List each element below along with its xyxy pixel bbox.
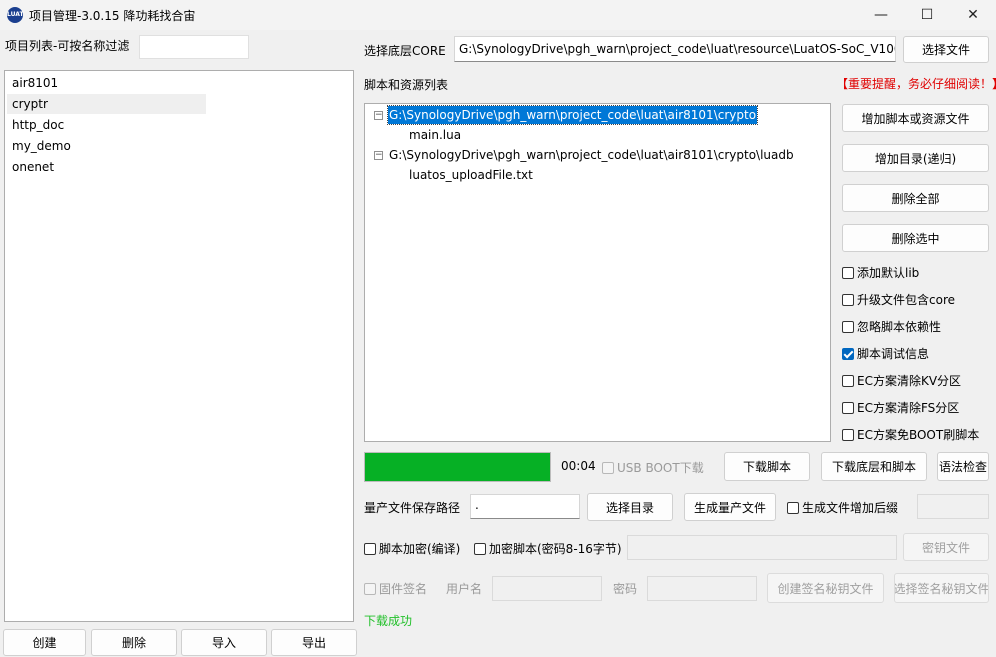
mass-path-input[interactable]: .	[470, 494, 580, 519]
option-no-boot[interactable]: EC方案免BOOT刷脚本	[842, 426, 979, 443]
option-label: 生成文件增加后缀	[802, 501, 899, 515]
option-label: EC方案免BOOT刷脚本	[857, 428, 980, 442]
checkbox-checked-icon[interactable]	[842, 347, 854, 360]
project-filter-input[interactable]	[139, 35, 249, 59]
elapsed-time: 00:04	[561, 459, 596, 473]
tree-collapse-icon[interactable]: −	[374, 151, 383, 160]
option-default-lib[interactable]: 添加默认lib	[842, 264, 919, 281]
sign-password-label: 密码	[613, 582, 638, 596]
password-encrypt-option[interactable]: 加密脚本(密码8-16字节)	[474, 540, 622, 557]
suffix-input	[917, 494, 989, 519]
script-list-label: 脚本和资源列表	[364, 78, 449, 92]
mass-path-label: 量产文件保存路径	[364, 501, 461, 515]
tree-file-node[interactable]: main.lua	[409, 126, 461, 144]
create-sign-key-button: 创建签名秘钥文件	[767, 573, 884, 603]
checkbox-icon[interactable]	[842, 293, 854, 306]
option-clear-fs[interactable]: EC方案清除FS分区	[842, 399, 959, 416]
tree-folder-node[interactable]: G:\SynologyDrive\pgh_warn\project_code\l…	[386, 105, 759, 125]
add-directory-button[interactable]: 增加目录(递归)	[842, 144, 989, 172]
username-label: 用户名	[446, 582, 483, 596]
project-item[interactable]: air8101	[7, 73, 206, 93]
export-project-button[interactable]: 导出	[271, 629, 357, 656]
tree-collapse-icon[interactable]: −	[374, 111, 383, 120]
select-sign-key-button: 选择签名秘钥文件	[894, 573, 989, 603]
firmware-sign-option: 固件签名	[364, 580, 427, 597]
core-label: 选择底层CORE	[364, 44, 446, 58]
option-label: 忽略脚本依赖性	[857, 320, 942, 334]
option-label: EC方案清除KV分区	[857, 374, 962, 388]
download-progress-fill	[365, 453, 550, 481]
import-project-button[interactable]: 导入	[181, 629, 267, 656]
tree-folder-node[interactable]: G:\SynologyDrive\pgh_warn\project_code\l…	[389, 146, 794, 164]
project-item-selected[interactable]: cryptr	[7, 94, 206, 114]
download-core-script-button[interactable]: 下载底层和脚本	[821, 452, 927, 481]
checkbox-icon[interactable]	[474, 542, 486, 555]
core-path-input[interactable]: G:\SynologyDrive\pgh_warn\project_code\l…	[454, 36, 896, 62]
syntax-check-button[interactable]: 语法检查	[937, 452, 989, 481]
checkbox-icon[interactable]	[842, 428, 854, 441]
download-progress-bar	[364, 452, 551, 482]
usb-boot-option: USB BOOT下载	[602, 459, 704, 476]
create-project-button[interactable]: 创建	[3, 629, 86, 656]
script-encrypt-option[interactable]: 脚本加密(编译)	[364, 540, 460, 557]
select-directory-button[interactable]: 选择目录	[587, 493, 673, 521]
checkbox-icon[interactable]	[842, 401, 854, 414]
username-input	[492, 576, 602, 601]
option-label: 添加默认lib	[857, 266, 920, 280]
delete-selected-button[interactable]: 删除选中	[842, 224, 989, 252]
option-label: 加密脚本(密码8-16字节)	[489, 542, 622, 556]
delete-all-button[interactable]: 删除全部	[842, 184, 989, 212]
project-filter-label: 项目列表-可按名称过滤	[5, 39, 130, 53]
project-item[interactable]: onenet	[7, 157, 206, 177]
option-label: 升级文件包含core	[857, 293, 955, 307]
app-logo-icon: LUAT	[7, 7, 24, 23]
select-core-file-button[interactable]: 选择文件	[903, 36, 989, 63]
project-item[interactable]: http_doc	[7, 115, 206, 135]
delete-project-button[interactable]: 删除	[91, 629, 177, 656]
encrypt-password-input	[627, 535, 897, 560]
option-label: 脚本加密(编译)	[379, 542, 461, 556]
option-label: USB BOOT下载	[617, 461, 704, 475]
checkbox-icon	[602, 461, 614, 474]
checkbox-icon[interactable]	[842, 266, 854, 279]
checkbox-icon[interactable]	[787, 501, 799, 514]
project-item[interactable]: my_demo	[7, 136, 206, 156]
sign-password-input	[647, 576, 757, 601]
maximize-button[interactable]: ☐	[904, 0, 950, 30]
option-label: EC方案清除FS分区	[857, 401, 960, 415]
close-button[interactable]: ✕	[950, 0, 996, 30]
option-clear-kv[interactable]: EC方案清除KV分区	[842, 372, 961, 389]
option-debug-info[interactable]: 脚本调试信息	[842, 345, 929, 362]
checkbox-icon	[364, 582, 376, 595]
add-script-file-button[interactable]: 增加脚本或资源文件	[842, 104, 989, 132]
checkbox-icon[interactable]	[364, 542, 376, 555]
download-script-button[interactable]: 下载脚本	[724, 452, 810, 481]
option-label: 脚本调试信息	[857, 347, 930, 361]
checkbox-icon[interactable]	[842, 374, 854, 387]
generate-mass-file-button[interactable]: 生成量产文件	[684, 493, 776, 521]
checkbox-icon[interactable]	[842, 320, 854, 333]
option-ignore-dependency[interactable]: 忽略脚本依赖性	[842, 318, 941, 335]
key-file-button: 密钥文件	[903, 533, 989, 561]
option-include-core[interactable]: 升级文件包含core	[842, 291, 955, 308]
status-message: 下载成功	[364, 614, 413, 628]
minimize-button[interactable]: —	[858, 0, 904, 30]
tree-file-node[interactable]: luatos_uploadFile.txt	[409, 166, 533, 184]
window-title: 项目管理-3.0.15 降功耗找合宙	[29, 9, 196, 23]
important-notice-link[interactable]: 【重要提醒，务必仔细阅读！】	[836, 75, 996, 92]
add-suffix-option[interactable]: 生成文件增加后缀	[787, 499, 898, 516]
option-label: 固件签名	[379, 582, 428, 596]
